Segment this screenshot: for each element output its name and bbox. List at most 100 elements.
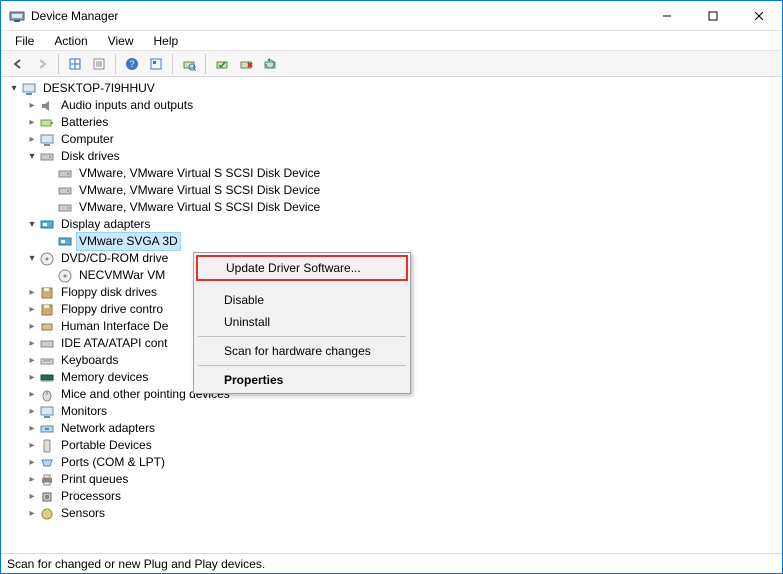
menu-view[interactable]: View [100,32,142,50]
toolbar: ? [1,51,782,77]
category-label: Portable Devices [59,437,154,454]
expand-arrow-icon[interactable]: ▸ [25,318,39,335]
category-label: Floppy disk drives [59,284,159,301]
client-area: ▾ DESKTOP-7I9HHUV ▸ Audio inputs and out… [1,77,782,553]
ctx-uninstall[interactable]: Uninstall [196,311,408,333]
action-button[interactable] [145,53,167,75]
expand-arrow-icon[interactable]: ▸ [25,284,39,301]
category-label: IDE ATA/ATAPI cont [59,335,169,352]
toolbar-separator [115,54,116,74]
category-portable-devices[interactable]: ▸ Portable Devices [3,437,782,454]
sensor-icon [39,506,55,522]
expand-arrow-icon[interactable]: ▾ [25,148,39,165]
ctx-scan-hardware[interactable]: Scan for hardware changes [196,340,408,362]
menu-file[interactable]: File [7,32,42,50]
category-label: Batteries [59,114,110,131]
properties-button[interactable] [88,53,110,75]
forward-button[interactable] [31,53,53,75]
help-button[interactable]: ? [121,53,143,75]
device-disk-2[interactable]: · VMware, VMware Virtual S SCSI Disk Dev… [3,199,782,216]
expand-arrow-icon[interactable]: ▾ [7,80,21,97]
uninstall-device-button[interactable] [235,53,257,75]
monitor-icon [39,132,55,148]
expand-arrow-icon[interactable]: ▸ [25,454,39,471]
toolbar-separator [172,54,173,74]
ctx-separator [198,365,406,366]
expand-arrow-icon[interactable]: ▸ [25,352,39,369]
status-text: Scan for changed or new Plug and Play de… [7,557,265,571]
window-controls [644,1,782,30]
category-label: Monitors [59,403,109,420]
back-button[interactable] [7,53,29,75]
category-sensors[interactable]: ▸ Sensors [3,505,782,522]
device-label: VMware, VMware Virtual S SCSI Disk Devic… [77,182,322,199]
expand-arrow-icon[interactable]: ▸ [25,369,39,386]
menu-help[interactable]: Help [146,32,187,50]
close-button[interactable] [736,1,782,30]
title-bar: Device Manager [1,1,782,31]
expand-arrow-icon[interactable]: ▸ [25,505,39,522]
scan-hardware-button[interactable] [178,53,200,75]
expand-arrow-icon[interactable]: ▸ [25,131,39,148]
app-icon [9,8,25,24]
port-icon [39,455,55,471]
computer-icon [21,81,37,97]
menu-bar: File Action View Help [1,31,782,51]
ctx-disable[interactable]: Disable [196,289,408,311]
category-label: Memory devices [59,369,150,386]
category-label: Keyboards [59,352,120,369]
update-driver-button[interactable] [259,53,281,75]
device-disk-1[interactable]: · VMware, VMware Virtual S SCSI Disk Dev… [3,182,782,199]
device-manager-window: Device Manager File Action View Help ? [0,0,783,574]
category-processors[interactable]: ▸ Processors [3,488,782,505]
category-display-adapters[interactable]: ▾ Display adapters [3,216,782,233]
window-title: Device Manager [31,9,118,23]
category-network[interactable]: ▸ Network adapters [3,420,782,437]
category-label: Disk drives [59,148,122,165]
expand-arrow-icon[interactable]: ▸ [25,386,39,403]
disk-drive-icon [39,149,55,165]
menu-action[interactable]: Action [46,32,95,50]
category-label: Computer [59,131,116,148]
expand-arrow-icon[interactable]: ▸ [25,301,39,318]
expand-arrow-icon[interactable]: ▸ [25,420,39,437]
device-disk-0[interactable]: · VMware, VMware Virtual S SCSI Disk Dev… [3,165,782,182]
enable-device-button[interactable] [211,53,233,75]
device-label: VMware, VMware Virtual S SCSI Disk Devic… [77,165,322,182]
floppy-icon [39,285,55,301]
expand-arrow-icon[interactable]: ▸ [25,335,39,352]
category-computer[interactable]: ▸ Computer [3,131,782,148]
category-print-queues[interactable]: ▸ Print queues [3,471,782,488]
expand-arrow-icon[interactable]: ▸ [25,437,39,454]
monitor-icon [39,404,55,420]
expand-arrow-icon[interactable]: ▸ [25,97,39,114]
ctx-update-driver[interactable]: Update Driver Software... [196,255,408,281]
svg-text:?: ? [129,59,134,69]
expand-arrow-icon[interactable]: ▾ [25,250,39,267]
category-label: DVD/CD-ROM drive [59,250,170,267]
category-disk-drives[interactable]: ▾ Disk drives [3,148,782,165]
category-ports[interactable]: ▸ Ports (COM & LPT) [3,454,782,471]
show-hide-tree-button[interactable] [64,53,86,75]
category-audio[interactable]: ▸ Audio inputs and outputs [3,97,782,114]
expand-arrow-icon[interactable]: ▸ [25,114,39,131]
cpu-icon [39,489,55,505]
hid-icon [39,319,55,335]
expand-arrow-icon[interactable]: ▾ [25,216,39,233]
category-batteries[interactable]: ▸ Batteries [3,114,782,131]
ctx-properties[interactable]: Properties [196,369,408,391]
device-label: NECVMWar VM [77,267,167,284]
device-label: VMware, VMware Virtual S SCSI Disk Devic… [77,199,322,216]
expand-arrow-icon[interactable]: ▸ [25,488,39,505]
status-bar: Scan for changed or new Plug and Play de… [1,553,782,573]
maximize-button[interactable] [690,1,736,30]
category-monitors[interactable]: ▸ Monitors [3,403,782,420]
expand-arrow-icon[interactable]: ▸ [25,403,39,420]
device-display-0[interactable]: · VMware SVGA 3D [3,233,782,250]
disk-drive-icon [57,166,73,182]
optical-drive-icon [39,251,55,267]
root-node[interactable]: ▾ DESKTOP-7I9HHUV [3,80,782,97]
minimize-button[interactable] [644,1,690,30]
battery-icon [39,115,55,131]
expand-arrow-icon[interactable]: ▸ [25,471,39,488]
